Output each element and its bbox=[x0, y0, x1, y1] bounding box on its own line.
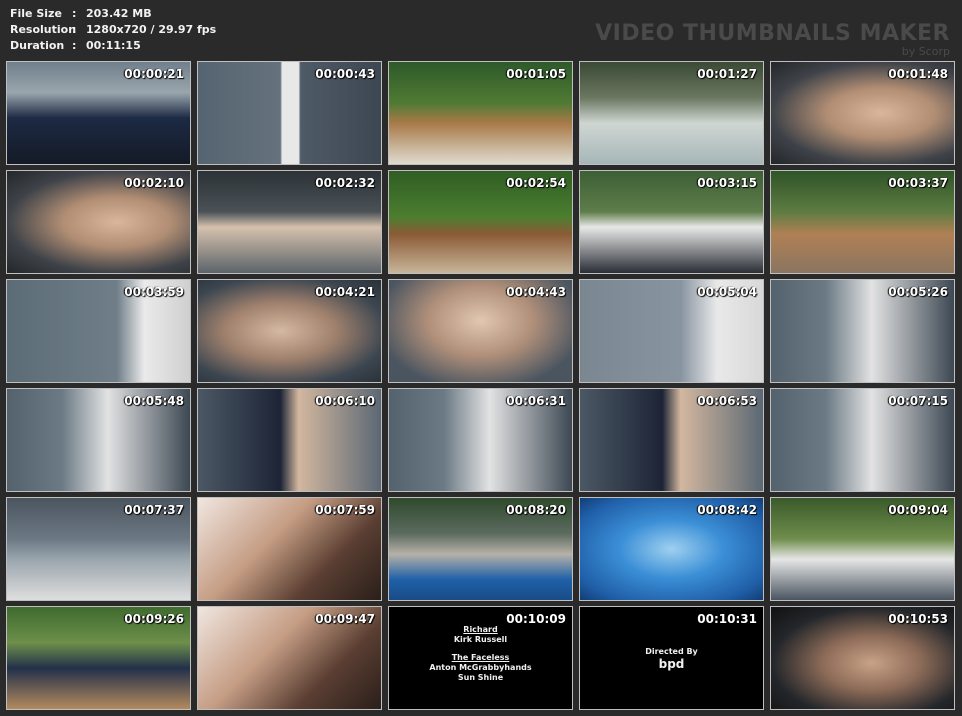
timestamp: 00:06:31 bbox=[506, 394, 566, 408]
thumbnail-30[interactable]: 00:10:53 bbox=[770, 606, 955, 710]
resolution-sep: : bbox=[72, 23, 77, 36]
thumbnail-8[interactable]: 00:02:54 bbox=[388, 170, 573, 274]
thumbnail-17[interactable]: 00:06:10 bbox=[197, 388, 382, 492]
thumbnail-15[interactable]: 00:05:26 bbox=[770, 279, 955, 383]
thumbnail-21[interactable]: 00:07:37 bbox=[6, 497, 191, 601]
timestamp: 00:09:47 bbox=[315, 612, 375, 626]
timestamp: 00:03:37 bbox=[888, 176, 948, 190]
timestamp: 00:10:31 bbox=[697, 612, 757, 626]
director-name: bpd bbox=[658, 657, 685, 671]
thumbnail-7[interactable]: 00:02:32 bbox=[197, 170, 382, 274]
timestamp: 00:07:37 bbox=[124, 503, 184, 517]
timestamp: 00:07:59 bbox=[315, 503, 375, 517]
thumbnail-14[interactable]: 00:05:04 bbox=[579, 279, 764, 383]
credit-name: Anton McGrabbyhands bbox=[429, 663, 532, 672]
thumbnail-grid: 00:00:21 00:00:43 00:01:05 00:01:27 00:01:48… bbox=[6, 61, 955, 710]
resolution-label: Resolution bbox=[10, 23, 77, 36]
thumbnail-26[interactable]: 00:09:26 bbox=[6, 606, 191, 710]
thumbnail-4[interactable]: 00:01:27 bbox=[579, 61, 764, 165]
timestamp: 00:03:15 bbox=[697, 176, 757, 190]
thumbnail-20[interactable]: 00:07:15 bbox=[770, 388, 955, 492]
file-size-value: 203.42 MB bbox=[86, 7, 152, 20]
thumbnail-22[interactable]: 00:07:59 bbox=[197, 497, 382, 601]
watermark-byline: by Scorp bbox=[901, 45, 950, 58]
thumbnail-19[interactable]: 00:06:53 bbox=[579, 388, 764, 492]
watermark-title: VIDEO THUMBNAILS MAKER bbox=[595, 21, 950, 46]
thumbnail-23[interactable]: 00:08:20 bbox=[388, 497, 573, 601]
thumbnail-1[interactable]: 00:00:21 bbox=[6, 61, 191, 165]
resolution-row: Resolution : 1280x720 / 29.97 fps bbox=[10, 22, 216, 38]
file-size-sep: : bbox=[72, 7, 77, 20]
directed-by-line: Directed By bbox=[645, 647, 698, 656]
duration-value: 00:11:15 bbox=[86, 39, 141, 52]
timestamp: 00:06:10 bbox=[315, 394, 375, 408]
thumbnail-16[interactable]: 00:05:48 bbox=[6, 388, 191, 492]
credit-spacer bbox=[389, 645, 572, 653]
timestamp: 00:06:53 bbox=[697, 394, 757, 408]
timestamp: 00:02:32 bbox=[315, 176, 375, 190]
timestamp: 00:03:59 bbox=[124, 285, 184, 299]
timestamp: 00:04:21 bbox=[315, 285, 375, 299]
timestamp: 00:08:42 bbox=[697, 503, 757, 517]
thumbnail-24[interactable]: 00:08:42 bbox=[579, 497, 764, 601]
timestamp: 00:10:09 bbox=[506, 612, 566, 626]
timestamp: 00:05:04 bbox=[697, 285, 757, 299]
duration-sep: : bbox=[72, 39, 77, 52]
credit-role: Richard bbox=[463, 625, 498, 634]
thumbnail-5[interactable]: 00:01:48 bbox=[770, 61, 955, 165]
credit-role: The Faceless bbox=[451, 653, 510, 662]
timestamp: 00:10:53 bbox=[888, 612, 948, 626]
timestamp: 00:00:21 bbox=[124, 67, 184, 81]
file-size-row: File Size : 203.42 MB bbox=[10, 6, 216, 22]
timestamp: 00:02:10 bbox=[124, 176, 184, 190]
timestamp: 00:05:48 bbox=[124, 394, 184, 408]
timestamp: 00:01:27 bbox=[697, 67, 757, 81]
file-size-label: File Size bbox=[10, 7, 62, 20]
thumbnail-13[interactable]: 00:04:43 bbox=[388, 279, 573, 383]
thumbnail-3[interactable]: 00:01:05 bbox=[388, 61, 573, 165]
thumbnail-9[interactable]: 00:03:15 bbox=[579, 170, 764, 274]
thumbnail-6[interactable]: 00:02:10 bbox=[6, 170, 191, 274]
timestamp: 00:09:04 bbox=[888, 503, 948, 517]
directed-by-text: Directed By bpd bbox=[580, 647, 763, 671]
resolution-value: 1280x720 / 29.97 fps bbox=[86, 23, 217, 36]
timestamp: 00:04:43 bbox=[506, 285, 566, 299]
duration-row: Duration : 00:11:15 bbox=[10, 38, 216, 54]
thumbnail-27[interactable]: 00:09:47 bbox=[197, 606, 382, 710]
timestamp: 00:01:48 bbox=[888, 67, 948, 81]
thumbnail-29[interactable]: Directed By bpd 00:10:31 bbox=[579, 606, 764, 710]
timestamp: 00:00:43 bbox=[315, 67, 375, 81]
credit-name: Sun Shine bbox=[457, 673, 504, 682]
thumbnail-12[interactable]: 00:04:21 bbox=[197, 279, 382, 383]
thumbnail-28[interactable]: Richard Kirk Russell The Faceless Anton McG… bbox=[388, 606, 573, 710]
timestamp: 00:05:26 bbox=[888, 285, 948, 299]
thumbnail-10[interactable]: 00:03:37 bbox=[770, 170, 955, 274]
timestamp: 00:01:05 bbox=[506, 67, 566, 81]
thumbnail-25[interactable]: 00:09:04 bbox=[770, 497, 955, 601]
timestamp: 00:02:54 bbox=[506, 176, 566, 190]
duration-label: Duration bbox=[10, 39, 65, 52]
credit-name: Kirk Russell bbox=[453, 635, 508, 644]
thumbnail-2[interactable]: 00:00:43 bbox=[197, 61, 382, 165]
thumbnail-11[interactable]: 00:03:59 bbox=[6, 279, 191, 383]
timestamp: 00:07:15 bbox=[888, 394, 948, 408]
thumbnail-18[interactable]: 00:06:31 bbox=[388, 388, 573, 492]
timestamp: 00:09:26 bbox=[124, 612, 184, 626]
file-info-panel: File Size : 203.42 MB Resolution : 1280x… bbox=[10, 6, 216, 54]
timestamp: 00:08:20 bbox=[506, 503, 566, 517]
watermark: VIDEO THUMBNAILS MAKER by Scorp bbox=[595, 22, 950, 58]
credits-text: Richard Kirk Russell The Faceless Anton McG… bbox=[389, 625, 572, 683]
